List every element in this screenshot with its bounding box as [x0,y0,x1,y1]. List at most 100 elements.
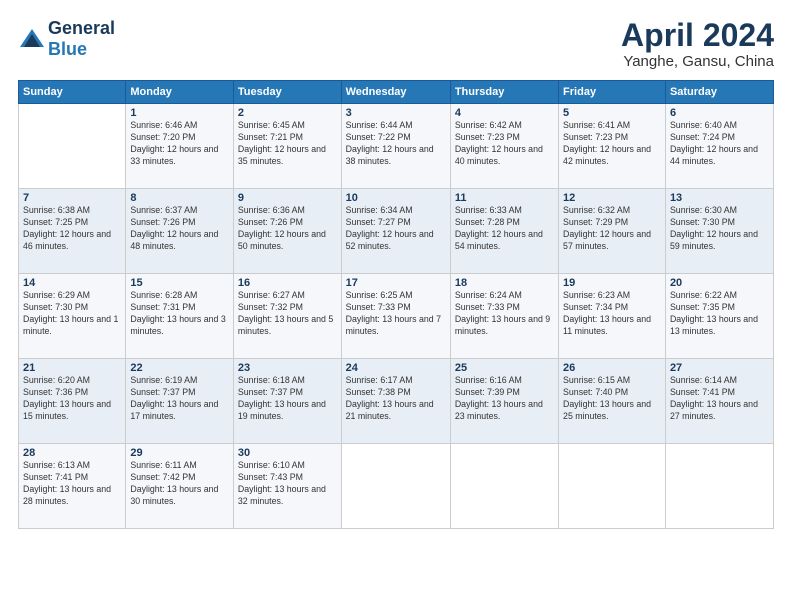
calendar-cell: 16Sunrise: 6:27 AMSunset: 7:32 PMDayligh… [233,274,341,359]
calendar-cell: 4Sunrise: 6:42 AMSunset: 7:23 PMDaylight… [450,104,558,189]
calendar-cell [450,444,558,529]
day-number: 4 [455,107,554,119]
day-info: Sunrise: 6:29 AMSunset: 7:30 PMDaylight:… [23,290,121,338]
calendar-cell: 23Sunrise: 6:18 AMSunset: 7:37 PMDayligh… [233,359,341,444]
month-title: April 2024 [621,18,774,53]
day-number: 14 [23,277,121,289]
calendar-cell: 5Sunrise: 6:41 AMSunset: 7:23 PMDaylight… [559,104,666,189]
calendar-cell [341,444,450,529]
logo-blue: Blue [48,39,87,59]
calendar-cell: 7Sunrise: 6:38 AMSunset: 7:25 PMDaylight… [19,189,126,274]
calendar-cell: 11Sunrise: 6:33 AMSunset: 7:28 PMDayligh… [450,189,558,274]
calendar-table: SundayMondayTuesdayWednesdayThursdayFrid… [18,80,774,529]
calendar-cell: 29Sunrise: 6:11 AMSunset: 7:42 PMDayligh… [126,444,234,529]
day-info: Sunrise: 6:30 AMSunset: 7:30 PMDaylight:… [670,205,769,253]
calendar-cell: 1Sunrise: 6:46 AMSunset: 7:20 PMDaylight… [126,104,234,189]
day-number: 20 [670,277,769,289]
calendar-cell: 28Sunrise: 6:13 AMSunset: 7:41 PMDayligh… [19,444,126,529]
calendar-cell: 26Sunrise: 6:15 AMSunset: 7:40 PMDayligh… [559,359,666,444]
day-number: 16 [238,277,337,289]
day-number: 19 [563,277,661,289]
day-number: 10 [346,192,446,204]
title-block: April 2024 Yanghe, Gansu, China [621,18,774,70]
day-info: Sunrise: 6:11 AMSunset: 7:42 PMDaylight:… [130,460,229,508]
day-info: Sunrise: 6:42 AMSunset: 7:23 PMDaylight:… [455,120,554,168]
day-info: Sunrise: 6:13 AMSunset: 7:41 PMDaylight:… [23,460,121,508]
day-info: Sunrise: 6:37 AMSunset: 7:26 PMDaylight:… [130,205,229,253]
logo-general: General [48,18,115,38]
calendar-cell: 25Sunrise: 6:16 AMSunset: 7:39 PMDayligh… [450,359,558,444]
calendar-cell: 3Sunrise: 6:44 AMSunset: 7:22 PMDaylight… [341,104,450,189]
calendar-week-row: 14Sunrise: 6:29 AMSunset: 7:30 PMDayligh… [19,274,774,359]
day-number: 5 [563,107,661,119]
calendar-week-row: 21Sunrise: 6:20 AMSunset: 7:36 PMDayligh… [19,359,774,444]
day-number: 1 [130,107,229,119]
day-info: Sunrise: 6:15 AMSunset: 7:40 PMDaylight:… [563,375,661,423]
day-number: 18 [455,277,554,289]
day-info: Sunrise: 6:22 AMSunset: 7:35 PMDaylight:… [670,290,769,338]
day-info: Sunrise: 6:10 AMSunset: 7:43 PMDaylight:… [238,460,337,508]
day-info: Sunrise: 6:28 AMSunset: 7:31 PMDaylight:… [130,290,229,338]
calendar-header-friday: Friday [559,81,666,104]
day-info: Sunrise: 6:46 AMSunset: 7:20 PMDaylight:… [130,120,229,168]
day-info: Sunrise: 6:17 AMSunset: 7:38 PMDaylight:… [346,375,446,423]
calendar-header-sunday: Sunday [19,81,126,104]
day-number: 17 [346,277,446,289]
calendar-cell: 18Sunrise: 6:24 AMSunset: 7:33 PMDayligh… [450,274,558,359]
day-info: Sunrise: 6:32 AMSunset: 7:29 PMDaylight:… [563,205,661,253]
day-number: 27 [670,362,769,374]
calendar-cell: 8Sunrise: 6:37 AMSunset: 7:26 PMDaylight… [126,189,234,274]
calendar-cell: 12Sunrise: 6:32 AMSunset: 7:29 PMDayligh… [559,189,666,274]
day-info: Sunrise: 6:18 AMSunset: 7:37 PMDaylight:… [238,375,337,423]
header: General Blue April 2024 Yanghe, Gansu, C… [18,18,774,70]
calendar-header-tuesday: Tuesday [233,81,341,104]
day-info: Sunrise: 6:27 AMSunset: 7:32 PMDaylight:… [238,290,337,338]
logo: General Blue [18,18,115,60]
calendar-header-saturday: Saturday [665,81,773,104]
day-number: 13 [670,192,769,204]
day-info: Sunrise: 6:20 AMSunset: 7:36 PMDaylight:… [23,375,121,423]
day-number: 21 [23,362,121,374]
calendar-cell: 30Sunrise: 6:10 AMSunset: 7:43 PMDayligh… [233,444,341,529]
calendar-cell: 24Sunrise: 6:17 AMSunset: 7:38 PMDayligh… [341,359,450,444]
page: General Blue April 2024 Yanghe, Gansu, C… [0,0,792,612]
day-number: 24 [346,362,446,374]
day-number: 7 [23,192,121,204]
calendar-cell: 14Sunrise: 6:29 AMSunset: 7:30 PMDayligh… [19,274,126,359]
calendar-cell: 13Sunrise: 6:30 AMSunset: 7:30 PMDayligh… [665,189,773,274]
calendar-cell: 15Sunrise: 6:28 AMSunset: 7:31 PMDayligh… [126,274,234,359]
calendar-cell: 6Sunrise: 6:40 AMSunset: 7:24 PMDaylight… [665,104,773,189]
calendar-cell: 27Sunrise: 6:14 AMSunset: 7:41 PMDayligh… [665,359,773,444]
calendar-cell [665,444,773,529]
day-info: Sunrise: 6:41 AMSunset: 7:23 PMDaylight:… [563,120,661,168]
day-info: Sunrise: 6:16 AMSunset: 7:39 PMDaylight:… [455,375,554,423]
day-number: 22 [130,362,229,374]
day-info: Sunrise: 6:23 AMSunset: 7:34 PMDaylight:… [563,290,661,338]
day-number: 28 [23,447,121,459]
day-number: 29 [130,447,229,459]
day-number: 6 [670,107,769,119]
calendar-header-row: SundayMondayTuesdayWednesdayThursdayFrid… [19,81,774,104]
calendar-cell: 2Sunrise: 6:45 AMSunset: 7:21 PMDaylight… [233,104,341,189]
calendar-header-wednesday: Wednesday [341,81,450,104]
calendar-week-row: 1Sunrise: 6:46 AMSunset: 7:20 PMDaylight… [19,104,774,189]
day-info: Sunrise: 6:40 AMSunset: 7:24 PMDaylight:… [670,120,769,168]
day-number: 12 [563,192,661,204]
day-number: 23 [238,362,337,374]
calendar-cell: 9Sunrise: 6:36 AMSunset: 7:26 PMDaylight… [233,189,341,274]
calendar-week-row: 28Sunrise: 6:13 AMSunset: 7:41 PMDayligh… [19,444,774,529]
day-info: Sunrise: 6:24 AMSunset: 7:33 PMDaylight:… [455,290,554,338]
calendar-cell: 10Sunrise: 6:34 AMSunset: 7:27 PMDayligh… [341,189,450,274]
calendar-header-monday: Monday [126,81,234,104]
calendar-cell: 21Sunrise: 6:20 AMSunset: 7:36 PMDayligh… [19,359,126,444]
day-number: 30 [238,447,337,459]
day-number: 26 [563,362,661,374]
calendar-cell: 22Sunrise: 6:19 AMSunset: 7:37 PMDayligh… [126,359,234,444]
day-number: 11 [455,192,554,204]
logo-icon [18,25,46,53]
location-title: Yanghe, Gansu, China [621,53,774,70]
day-number: 15 [130,277,229,289]
day-info: Sunrise: 6:14 AMSunset: 7:41 PMDaylight:… [670,375,769,423]
day-number: 3 [346,107,446,119]
day-info: Sunrise: 6:34 AMSunset: 7:27 PMDaylight:… [346,205,446,253]
